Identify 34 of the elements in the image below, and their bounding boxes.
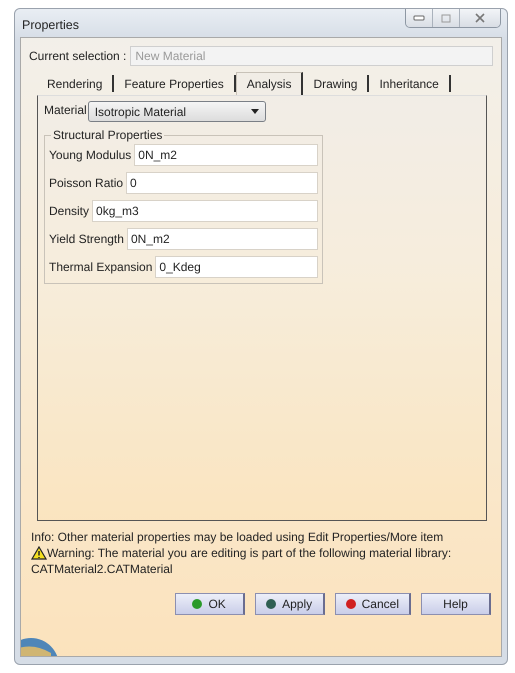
tab[interactable]: Drawing bbox=[303, 75, 370, 92]
field-label: Yield Strength bbox=[49, 232, 124, 246]
input-field[interactable]: 0kg_m3 bbox=[92, 200, 318, 222]
input-field[interactable]: 0N_m2 bbox=[126, 228, 318, 250]
material-dropdown[interactable]: Isotropic Material bbox=[88, 101, 266, 122]
dialog-button[interactable]: OK bbox=[174, 593, 245, 615]
tab[interactable]: Inheritance bbox=[369, 75, 451, 92]
close-icon bbox=[475, 13, 485, 23]
dialog-button[interactable]: Apply bbox=[254, 593, 325, 615]
library-name: CATMaterial2.CATMaterial bbox=[31, 561, 174, 577]
input-field[interactable]: 0_Kdeg bbox=[155, 256, 318, 278]
info-text: Info: Other material properties may be loaded using Edit Properties/More item bbox=[31, 529, 444, 545]
field-label: Thermal Expansion bbox=[49, 260, 152, 274]
selection-label: Current selection : bbox=[29, 49, 126, 63]
dialog-button[interactable]: Cancel bbox=[334, 593, 411, 615]
field-label: Density bbox=[49, 204, 90, 218]
close-button[interactable] bbox=[459, 9, 500, 27]
window-title: Properties bbox=[22, 18, 79, 32]
input-field[interactable]: 0 bbox=[126, 172, 318, 194]
warning-icon bbox=[31, 546, 47, 560]
warning-text: Warning: The material you are editing is part of the following material library: bbox=[47, 545, 452, 561]
field-label: Young Modulus bbox=[49, 148, 132, 162]
group-title: Structural Properties bbox=[52, 128, 164, 142]
tab[interactable]: Analysis bbox=[236, 72, 304, 95]
tab[interactable]: Rendering bbox=[37, 75, 114, 92]
minimize-icon bbox=[413, 15, 425, 21]
input-field[interactable]: 0N_m2 bbox=[134, 144, 318, 166]
minimize-button[interactable] bbox=[406, 9, 432, 27]
maximize-icon bbox=[441, 14, 451, 22]
dropdown-arrow-icon bbox=[250, 109, 259, 114]
field-label: Poisson Ratio bbox=[49, 176, 124, 190]
dialog-button[interactable]: Help bbox=[421, 593, 491, 615]
material-label: Material bbox=[44, 103, 87, 117]
maximize-button[interactable] bbox=[432, 9, 459, 27]
